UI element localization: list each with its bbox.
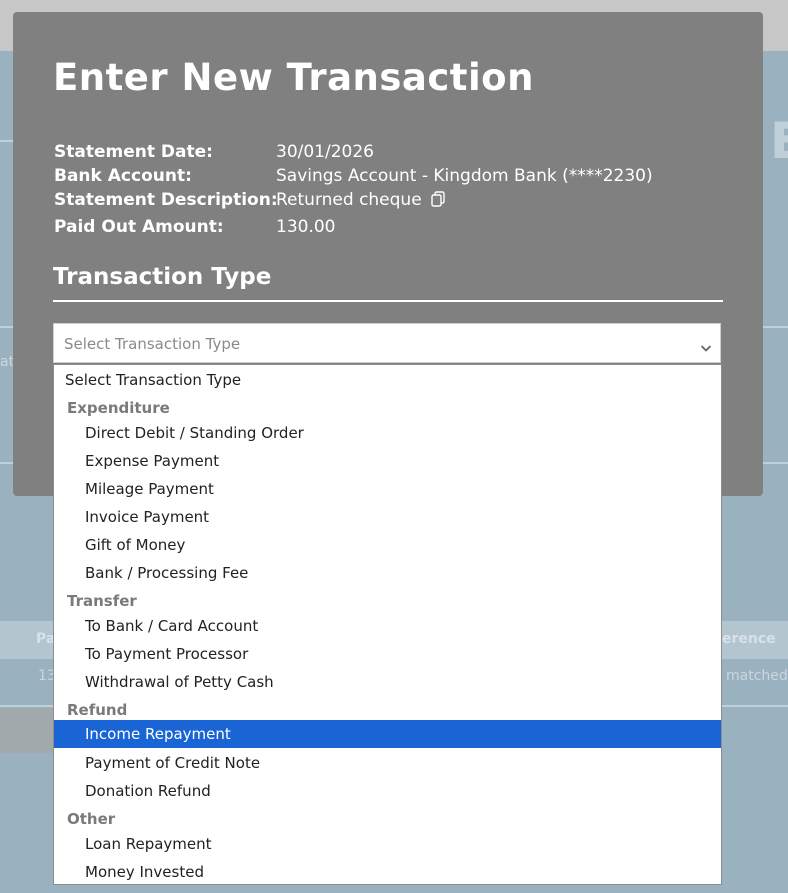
modal-title: Enter New Transaction xyxy=(53,56,534,99)
statement-description-value: Returned cheque xyxy=(276,190,422,210)
background-divider xyxy=(0,462,14,464)
dropdown-option-highlighted[interactable]: Income Repayment xyxy=(54,720,721,748)
bank-account-value: Savings Account - Kingdom Bank (****2230… xyxy=(276,166,653,186)
background-divider xyxy=(763,326,788,328)
dropdown-group-transfer: Transfer xyxy=(67,592,137,610)
dropdown-group-other: Other xyxy=(67,810,116,828)
background-table-cell: matched xyxy=(726,668,788,684)
dropdown-option[interactable]: Expense Payment xyxy=(54,447,721,475)
chevron-down-icon xyxy=(700,338,712,357)
section-divider xyxy=(53,300,723,302)
dropdown-option[interactable]: Mileage Payment xyxy=(54,475,721,503)
statement-date-value: 30/01/2026 xyxy=(276,142,374,162)
dropdown-option[interactable]: Donation Refund xyxy=(54,777,721,805)
dropdown-option[interactable]: To Payment Processor xyxy=(54,640,721,668)
copy-icon[interactable] xyxy=(431,191,445,212)
dropdown-option[interactable]: Withdrawal of Petty Cash xyxy=(54,668,721,696)
dropdown-option-placeholder[interactable]: Select Transaction Type xyxy=(54,366,721,394)
transaction-type-select[interactable]: Select Transaction Type xyxy=(53,323,721,363)
dropdown-option[interactable]: Direct Debit / Standing Order xyxy=(54,419,721,447)
dropdown-option[interactable]: Loan Repayment xyxy=(54,830,721,858)
transaction-type-dropdown: Select Transaction Type Expenditure Dire… xyxy=(53,364,722,885)
dropdown-option[interactable]: Payment of Credit Note xyxy=(54,749,721,777)
dropdown-option[interactable]: Bank / Processing Fee xyxy=(54,559,721,587)
background-divider xyxy=(0,326,14,328)
background-divider xyxy=(763,462,788,464)
dropdown-group-expenditure: Expenditure xyxy=(67,399,170,417)
dropdown-option[interactable]: To Bank / Card Account xyxy=(54,612,721,640)
dropdown-option[interactable]: Money Invested xyxy=(54,858,721,884)
statement-description-row: Returned cheque xyxy=(276,190,445,212)
dropdown-option[interactable]: Invoice Payment xyxy=(54,503,721,531)
paid-out-amount-value: 130.00 xyxy=(276,217,336,237)
background-heading-fragment: E xyxy=(770,112,788,170)
background-text-fragment: at xyxy=(0,354,15,370)
section-title: Transaction Type xyxy=(53,264,272,290)
dropdown-option[interactable]: Gift of Money xyxy=(54,531,721,559)
statement-date-label: Statement Date: xyxy=(54,142,213,162)
paid-out-amount-label: Paid Out Amount: xyxy=(54,217,224,237)
background-divider xyxy=(0,140,14,142)
statement-description-label: Statement Description: xyxy=(54,190,278,210)
background-button-fragment xyxy=(0,708,60,753)
bank-account-label: Bank Account: xyxy=(54,166,192,186)
select-placeholder: Select Transaction Type xyxy=(64,335,241,353)
background-table-header-cell: erence xyxy=(722,631,776,647)
